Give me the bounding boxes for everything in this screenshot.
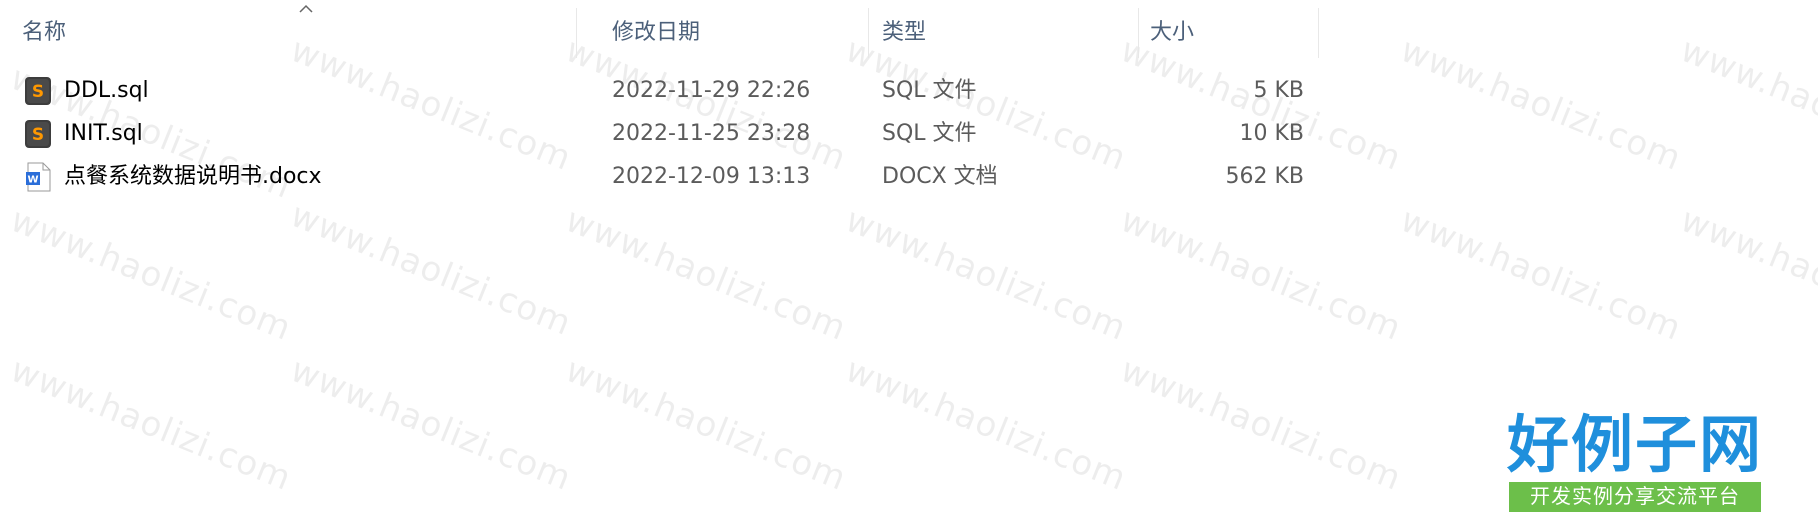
logo-subtitle: 开发实例分享交流平台 (1509, 482, 1761, 512)
sublime-sql-file-icon: S (25, 77, 51, 105)
watermark-text: www.haolizi.com (1115, 200, 1408, 350)
watermark-text: www.haolizi.com (1675, 200, 1818, 350)
file-type: SQL 文件 (882, 121, 977, 146)
watermark-text: www.haolizi.com (560, 200, 853, 350)
watermark-text: www.haolizi.com (5, 350, 298, 500)
svg-text:W: W (27, 175, 38, 186)
column-header-type[interactable]: 类型 (882, 18, 926, 48)
column-header-bar: 名称 修改日期 类型 大小 (0, 0, 1818, 60)
watermark-text: www.haolizi.com (560, 350, 853, 500)
file-row[interactable]: W 点餐系统数据说明书.docx 2022-12-09 13:13 DOCX 文… (0, 156, 1340, 199)
column-divider[interactable] (868, 8, 869, 58)
file-row[interactable]: S DDL.sql 2022-11-29 22:26 SQL 文件 5 KB (0, 70, 1340, 113)
file-type: DOCX 文档 (882, 164, 998, 189)
sublime-sql-file-icon: S (25, 120, 51, 148)
column-divider[interactable] (1138, 8, 1139, 58)
file-row[interactable]: S INIT.sql 2022-11-25 23:28 SQL 文件 10 KB (0, 113, 1340, 156)
file-modified-date: 2022-11-25 23:28 (612, 121, 811, 146)
column-header-size[interactable]: 大小 (1150, 18, 1194, 48)
watermark-text: www.haolizi.com (840, 200, 1133, 350)
file-modified-date: 2022-12-09 13:13 (612, 164, 811, 189)
file-name: INIT.sql (64, 121, 143, 146)
file-size: 5 KB (1253, 78, 1304, 103)
column-header-date[interactable]: 修改日期 (612, 18, 700, 48)
file-modified-date: 2022-11-29 22:26 (612, 78, 811, 103)
column-divider[interactable] (1318, 8, 1319, 58)
watermark-text: www.haolizi.com (285, 350, 578, 500)
column-header-name[interactable]: 名称 (22, 18, 66, 48)
column-divider[interactable] (576, 8, 577, 58)
word-document-icon: W (26, 162, 51, 192)
file-type: SQL 文件 (882, 78, 977, 103)
watermark-text: www.haolizi.com (285, 195, 578, 345)
file-size: 562 KB (1225, 164, 1304, 189)
watermark-text: www.haolizi.com (1115, 350, 1408, 500)
file-name: 点餐系统数据说明书.docx (64, 164, 322, 189)
svg-text:S: S (32, 82, 44, 102)
sort-ascending-icon (299, 4, 313, 13)
watermark-text: www.haolizi.com (840, 350, 1133, 500)
file-list: S DDL.sql 2022-11-29 22:26 SQL 文件 5 KB S… (0, 70, 1340, 199)
file-size: 10 KB (1239, 121, 1304, 146)
watermark-text: www.haolizi.com (5, 200, 298, 350)
svg-text:S: S (32, 125, 44, 145)
haolizi-logo: 好例子网 开发实例分享交流平台 (1505, 410, 1765, 515)
file-name: DDL.sql (64, 78, 149, 103)
logo-title: 好例子网 (1506, 408, 1763, 481)
watermark-text: www.haolizi.com (1395, 200, 1688, 350)
